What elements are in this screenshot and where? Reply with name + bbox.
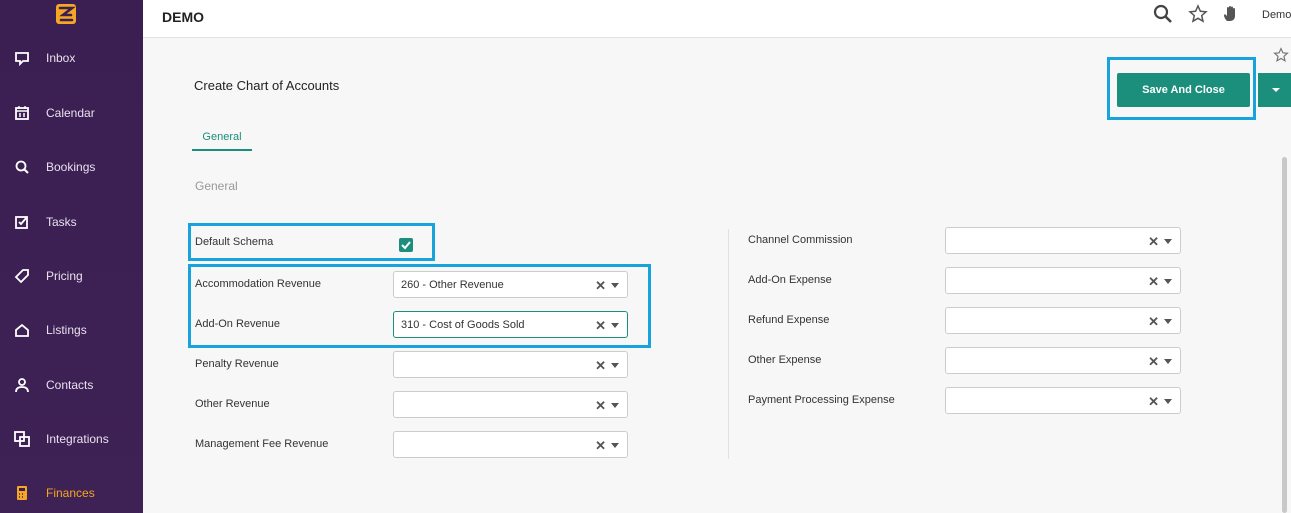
home-icon bbox=[15, 323, 29, 337]
inbox-icon bbox=[15, 52, 29, 66]
default-schema-checkbox[interactable] bbox=[399, 238, 413, 252]
user-name[interactable]: Demo bbox=[1262, 9, 1291, 21]
chevron-down-icon[interactable] bbox=[1164, 239, 1172, 244]
integrations-icon bbox=[14, 431, 30, 447]
scrollbar[interactable] bbox=[1282, 157, 1287, 513]
clear-icon[interactable]: ✕ bbox=[595, 398, 606, 414]
save-options-dropdown-button[interactable] bbox=[1258, 73, 1291, 107]
section-title: General bbox=[195, 179, 238, 193]
sidebar-item-label: Bookings bbox=[46, 160, 96, 174]
select-value: 260 - Other Revenue bbox=[401, 279, 504, 291]
accommodation-revenue-select[interactable]: 260 - Other Revenue ✕ bbox=[393, 271, 628, 298]
chevron-down-icon[interactable] bbox=[1164, 279, 1172, 284]
sidebar-item-label: Contacts bbox=[46, 378, 94, 392]
sidebar-item-label: Inbox bbox=[46, 51, 76, 65]
other-expense-select[interactable]: ✕ bbox=[945, 347, 1181, 374]
tasks-icon bbox=[15, 216, 28, 229]
sidebar-item-tasks[interactable]: Tasks bbox=[0, 202, 143, 242]
search-icon[interactable] bbox=[1153, 4, 1173, 24]
add-on-expense-label: Add-On Expense bbox=[748, 274, 832, 286]
chevron-down-icon[interactable] bbox=[1164, 399, 1172, 404]
other-revenue-select[interactable]: ✕ bbox=[393, 391, 628, 418]
sidebar-item-integrations[interactable]: Integrations bbox=[0, 419, 143, 459]
penalty-revenue-select[interactable]: ✕ bbox=[393, 351, 628, 378]
chevron-down-icon[interactable] bbox=[611, 283, 619, 288]
calculator-icon bbox=[17, 486, 27, 500]
clear-icon[interactable]: ✕ bbox=[595, 358, 606, 374]
clear-icon[interactable]: ✕ bbox=[1148, 274, 1159, 290]
calendar-icon bbox=[15, 106, 29, 120]
payment-processing-expense-select[interactable]: ✕ bbox=[945, 387, 1181, 414]
chevron-down-icon[interactable] bbox=[611, 323, 619, 328]
channel-commission-select[interactable]: ✕ bbox=[945, 227, 1181, 254]
sidebar-item-calendar[interactable]: Calendar bbox=[0, 93, 143, 133]
sidebar: Inbox Calendar Bookings Tasks Pricing Li… bbox=[0, 0, 143, 513]
other-revenue-label: Other Revenue bbox=[195, 398, 270, 410]
sidebar-item-label: Listings bbox=[46, 323, 87, 337]
payment-processing-expense-label: Payment Processing Expense bbox=[748, 394, 895, 406]
logo-icon bbox=[56, 4, 76, 24]
refund-expense-select[interactable]: ✕ bbox=[945, 307, 1181, 334]
add-on-revenue-label: Add-On Revenue bbox=[195, 318, 280, 330]
chevron-down-icon[interactable] bbox=[1164, 319, 1172, 324]
other-expense-label: Other Expense bbox=[748, 354, 822, 366]
save-and-close-button[interactable]: Save And Close bbox=[1117, 73, 1250, 107]
clear-icon[interactable]: ✕ bbox=[1148, 234, 1159, 250]
accommodation-revenue-label: Accommodation Revenue bbox=[195, 278, 321, 290]
tab-general[interactable]: General bbox=[192, 131, 252, 151]
refund-expense-label: Refund Expense bbox=[748, 314, 830, 326]
default-schema-label: Default Schema bbox=[195, 236, 274, 248]
favorite-star-icon[interactable] bbox=[1273, 47, 1289, 63]
sidebar-item-label: Pricing bbox=[46, 269, 83, 283]
chevron-down-icon[interactable] bbox=[611, 443, 619, 448]
sidebar-item-listings[interactable]: Listings bbox=[0, 310, 143, 350]
sidebar-item-label: Tasks bbox=[46, 215, 77, 229]
select-value: 310 - Cost of Goods Sold bbox=[401, 319, 525, 331]
brand-title: DEMO bbox=[162, 9, 204, 25]
add-on-revenue-select[interactable]: 310 - Cost of Goods Sold ✕ bbox=[393, 311, 628, 338]
sidebar-item-contacts[interactable]: Contacts bbox=[0, 365, 143, 405]
sidebar-item-label: Calendar bbox=[46, 106, 95, 120]
clear-icon[interactable]: ✕ bbox=[1148, 394, 1159, 410]
person-icon bbox=[15, 378, 29, 393]
main-panel: Create Chart of Accounts Save And Close … bbox=[143, 39, 1291, 513]
chevron-down-icon[interactable] bbox=[1164, 359, 1172, 364]
hand-icon[interactable] bbox=[1221, 4, 1241, 24]
sidebar-item-finances[interactable]: Finances bbox=[0, 473, 143, 513]
sidebar-item-inbox[interactable]: Inbox bbox=[0, 38, 143, 78]
tag-icon bbox=[14, 269, 29, 284]
clear-icon[interactable]: ✕ bbox=[595, 278, 606, 294]
management-fee-revenue-select[interactable]: ✕ bbox=[393, 431, 628, 458]
sidebar-item-label: Integrations bbox=[46, 432, 109, 446]
check-icon bbox=[401, 241, 411, 250]
clear-icon[interactable]: ✕ bbox=[595, 438, 606, 454]
clear-icon[interactable]: ✕ bbox=[595, 318, 606, 334]
column-divider bbox=[728, 229, 729, 459]
clear-icon[interactable]: ✕ bbox=[1148, 314, 1159, 330]
top-bar: DEMO Demo bbox=[143, 0, 1291, 38]
sidebar-item-bookings[interactable]: Bookings bbox=[0, 147, 143, 187]
management-fee-revenue-label: Management Fee Revenue bbox=[195, 438, 329, 450]
clear-icon[interactable]: ✕ bbox=[1148, 354, 1159, 370]
chevron-down-icon[interactable] bbox=[611, 363, 619, 368]
page-title: Create Chart of Accounts bbox=[194, 78, 340, 93]
channel-commission-label: Channel Commission bbox=[748, 234, 853, 246]
sidebar-item-label: Finances bbox=[46, 486, 95, 500]
star-icon[interactable] bbox=[1188, 4, 1208, 24]
chevron-down-icon[interactable] bbox=[611, 403, 619, 408]
sidebar-item-pricing[interactable]: Pricing bbox=[0, 256, 143, 296]
add-on-expense-select[interactable]: ✕ bbox=[945, 267, 1181, 294]
bookings-icon bbox=[15, 160, 29, 174]
penalty-revenue-label: Penalty Revenue bbox=[195, 358, 279, 370]
